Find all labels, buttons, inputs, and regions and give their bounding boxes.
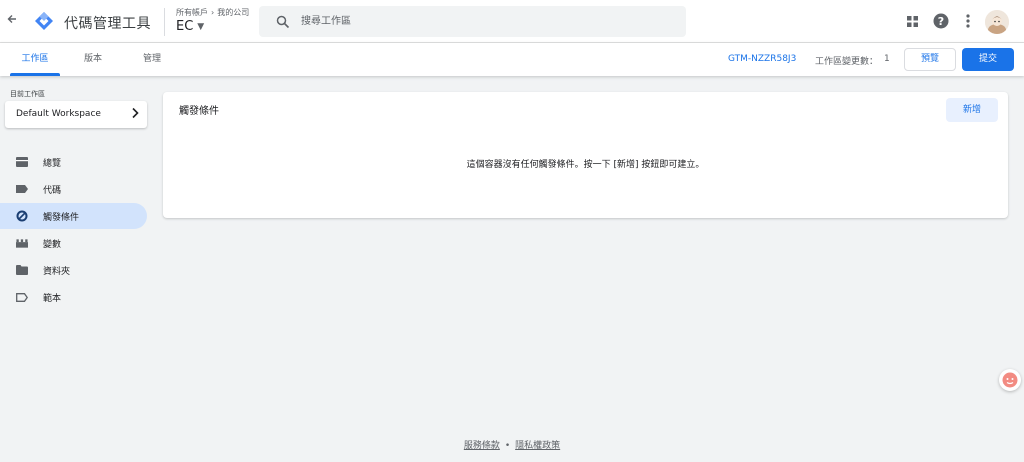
folder-icon [16,264,28,276]
chevron-right-icon: › [211,8,215,17]
template-icon [16,291,28,303]
sidebar-item-label: 總覽 [43,159,62,169]
triggers-card: 觸發條件 新增 這個容器沒有任何觸發條件。按一下 [新增] 按鈕即可建立。 [163,92,1008,218]
top-app-bar: 代碼管理工具 所有帳戶 › 我的公司 EC ▼ ? [0,0,1024,43]
overview-icon [16,156,28,168]
tab-workspace[interactable]: 工作區 [10,43,60,76]
new-trigger-button[interactable]: 新增 [946,98,998,122]
svg-text:?: ? [938,15,944,28]
help-icon[interactable]: ? [933,13,949,29]
container-name: EC [176,19,194,34]
sidebar-item-variables[interactable]: 變數 [0,230,147,256]
caret-down-icon: ▼ [197,21,205,32]
sidebar-item-label: 觸發條件 [43,213,80,223]
sidebar-item-label: 資料夾 [43,267,71,277]
active-tab-indicator [10,73,60,76]
footer-separator: • [504,441,511,451]
gtm-logo-icon[interactable] [34,11,54,31]
apps-grid-icon[interactable] [904,13,920,29]
workspace-search[interactable] [259,6,686,37]
changes-count: 1 [884,54,890,64]
submit-button[interactable]: 提交 [962,48,1014,71]
sidebar-item-overview[interactable]: 總覽 [0,149,147,175]
variable-icon [16,237,28,249]
back-arrow-icon[interactable] [5,12,19,30]
sidebar-item-tags[interactable]: 代碼 [0,176,147,202]
privacy-link[interactable]: 隱私權政策 [515,441,560,451]
search-input[interactable] [301,6,671,37]
sidebar-item-templates[interactable]: 範本 [0,284,147,310]
sidebar-item-label: 變數 [43,240,62,250]
sidebar-item-label: 代碼 [43,186,62,196]
page-title: 觸發條件 [179,106,219,117]
preview-button[interactable]: 預覽 [904,48,956,71]
container-id[interactable]: GTM-NZZR58J3 [728,54,796,64]
tab-versions[interactable]: 版本 [73,43,113,76]
footer: 服務條款 • 隱私權政策 [0,438,1024,451]
sidebar-item-folders[interactable]: 資料夾 [0,257,147,283]
sidebar-item-triggers[interactable]: 觸發條件 [0,203,147,229]
trigger-icon [16,210,28,222]
more-vert-icon[interactable] [960,13,976,29]
tag-icon [16,183,28,195]
breadcrumb: 所有帳戶 › 我的公司 [176,7,249,18]
search-icon [276,14,290,29]
account-avatar[interactable] [985,10,1009,34]
sidebar-item-label: 範本 [43,294,62,304]
container-selector[interactable]: EC ▼ [176,19,204,34]
workspace-tabbar: 工作區 版本 管理 GTM-NZZR58J3 工作區變更數： 1 預覽 提交 [0,43,1024,76]
app-title[interactable]: 代碼管理工具 [64,13,151,33]
breadcrumb-account[interactable]: 所有帳戶 [176,7,208,18]
changes-label: 工作區變更數： [815,57,879,67]
extension-badge-icon[interactable] [999,369,1021,391]
workspace-selector[interactable]: Default Workspace [5,101,147,128]
workspace-name: Default Workspace [16,109,101,119]
breadcrumb-company[interactable]: 我的公司 [217,7,249,18]
empty-state-message: 這個容器沒有任何觸發條件。按一下 [新增] 按鈕即可建立。 [466,160,705,170]
workspace-changes: 工作區變更數： 1 [815,54,890,67]
header-divider [164,8,165,36]
tab-admin[interactable]: 管理 [132,43,172,76]
current-workspace-label: 目前工作區 [10,90,45,98]
chevron-right-icon [131,107,139,122]
terms-link[interactable]: 服務條款 [464,441,500,451]
